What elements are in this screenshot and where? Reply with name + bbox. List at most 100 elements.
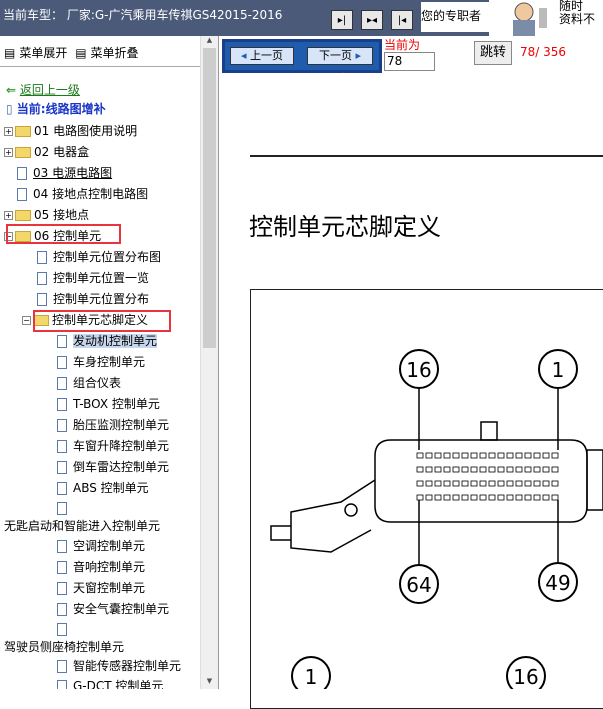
document-icon	[57, 623, 67, 636]
tree-item[interactable]: 控制单元位置分布	[37, 289, 149, 309]
tree-item[interactable]: 控制单元位置分布图	[37, 247, 161, 267]
callout-16: 16	[399, 349, 439, 450]
frame-split-button[interactable]: ▸◂	[361, 10, 383, 30]
connector-pin	[470, 480, 478, 487]
connector-pin	[479, 494, 487, 501]
connector-pin	[461, 480, 469, 487]
folder-icon	[15, 126, 31, 137]
document-icon	[37, 293, 47, 306]
connector-pin	[452, 452, 460, 459]
connector-pin	[443, 466, 451, 473]
tree-item[interactable]: ABS 控制单元	[57, 478, 149, 498]
computer-icon: ▯	[6, 102, 13, 116]
jump-button[interactable]: 跳转	[474, 41, 512, 65]
expand-icon[interactable]: +	[4, 127, 13, 136]
highlight-box	[6, 224, 121, 244]
callout-1: 1	[538, 349, 578, 450]
tree-item[interactable]: G-DCT 控制单元	[57, 676, 163, 689]
svg-text:49: 49	[545, 571, 570, 595]
expand-all-link[interactable]: 菜单展开	[19, 46, 67, 60]
menu-bar: ▤ 菜单展开 ▤ 菜单折叠	[4, 44, 143, 61]
connector-pin	[470, 494, 478, 501]
svg-text:16: 16	[513, 665, 538, 689]
scroll-thumb[interactable]	[203, 48, 216, 348]
sidebar: ▤ 菜单展开 ▤ 菜单折叠 ⇐ 返回上一级 ▯ 当前:线路图增补 +01 电路图使用…	[0, 36, 219, 689]
connector-pin	[497, 480, 505, 487]
tree-item[interactable]: 安全气囊控制单元	[57, 599, 169, 619]
tree-item[interactable]: 空调控制单元	[57, 536, 145, 556]
connector-pin	[506, 466, 514, 473]
document-heading: 控制单元芯脚定义	[249, 213, 441, 241]
document-icon	[17, 167, 27, 180]
tree-item[interactable]: 天窗控制单元	[57, 578, 145, 598]
tree-item[interactable]: +05 接地点	[4, 205, 89, 225]
sidebar-scrollbar[interactable]: ▲ ▼	[200, 36, 218, 689]
connector-pin	[533, 494, 541, 501]
connector-pin	[488, 452, 496, 459]
prev-page-button[interactable]: ◂ 上一页	[230, 47, 294, 65]
connector-pin	[551, 466, 559, 473]
current-page-label: 当前为	[384, 38, 421, 52]
tree-item[interactable]: T-BOX 控制单元	[57, 394, 160, 414]
tree-item[interactable]: 03 电源电路图	[17, 163, 112, 183]
connector-pin	[461, 466, 469, 473]
collapse-icon[interactable]: −	[22, 316, 31, 325]
tree-item[interactable]: 胎压监测控制单元	[57, 415, 169, 435]
header-rule	[250, 155, 603, 157]
connector-pin	[524, 494, 532, 501]
tree-item[interactable]: 音响控制单元	[57, 557, 145, 577]
svg-text:1: 1	[305, 665, 318, 689]
tree-item[interactable]: 车身控制单元	[57, 352, 145, 372]
frame-left-button[interactable]: ▸|	[331, 10, 353, 30]
connector-pin	[488, 466, 496, 473]
back-link[interactable]: ⇐ 返回上一级	[6, 80, 80, 100]
tree-item-icon-only[interactable]	[57, 498, 73, 518]
current-node: ▯ 当前:线路图增补	[6, 102, 106, 116]
tree-item[interactable]: +01 电路图使用说明	[4, 121, 137, 141]
back-arrow-icon: ⇐	[6, 83, 17, 97]
split-icon: ▸◂	[366, 14, 378, 26]
page-count: 78/ 356	[520, 45, 567, 59]
document-icon	[57, 335, 67, 348]
connector-pin	[488, 494, 496, 501]
svg-text:1: 1	[552, 358, 565, 382]
tree-item-icon-only[interactable]	[57, 619, 73, 639]
tree-item[interactable]: 发动机控制单元	[57, 331, 158, 351]
collapse-all-link[interactable]: 菜单折叠	[91, 46, 139, 60]
document-icon	[57, 540, 67, 553]
tree-item[interactable]: 控制单元位置一览	[37, 268, 149, 288]
pager-frame: ◂ 上一页 下一页 ▸	[222, 39, 382, 73]
connector-pin	[542, 452, 550, 459]
connector-pin	[506, 494, 514, 501]
tree-item[interactable]: 组合仪表	[57, 373, 121, 393]
connector-pin	[443, 452, 451, 459]
frame-right-button[interactable]: |◂	[391, 10, 413, 30]
tree-item[interactable]: 04 接地点控制电路图	[17, 184, 148, 204]
tree-item[interactable]: 车窗升降控制单元	[57, 436, 169, 456]
tree-item[interactable]: 驾驶员侧座椅控制单元	[4, 637, 124, 657]
connector-pin	[416, 452, 424, 459]
page-number-input[interactable]: 78	[384, 52, 435, 71]
connector-pin	[416, 494, 424, 501]
scroll-up-icon[interactable]: ▲	[201, 36, 218, 48]
expand-icon[interactable]: +	[4, 148, 13, 157]
connector-pin	[542, 466, 550, 473]
document-icon	[57, 419, 67, 432]
expand-icon[interactable]: +	[4, 211, 13, 220]
connector-pin	[461, 452, 469, 459]
connector-pin	[497, 466, 505, 473]
tree-item[interactable]: 无匙启动和智能进入控制单元	[4, 516, 160, 536]
scroll-down-icon[interactable]: ▼	[201, 677, 218, 689]
connector-body	[270, 421, 603, 553]
mascot-icon	[513, 2, 547, 36]
tree-item[interactable]: 倒车雷达控制单元	[57, 457, 169, 477]
promo-text: 您的专职者	[421, 2, 489, 32]
document-icon	[57, 356, 67, 369]
svg-text:16: 16	[406, 358, 431, 382]
document-icon	[17, 188, 27, 201]
connector-pin	[497, 452, 505, 459]
next-page-button[interactable]: 下一页 ▸	[307, 47, 373, 65]
document-icon	[57, 482, 67, 495]
tree-item[interactable]: 智能传感器控制单元	[57, 656, 181, 676]
tree-item[interactable]: +02 电器盒	[4, 142, 89, 162]
